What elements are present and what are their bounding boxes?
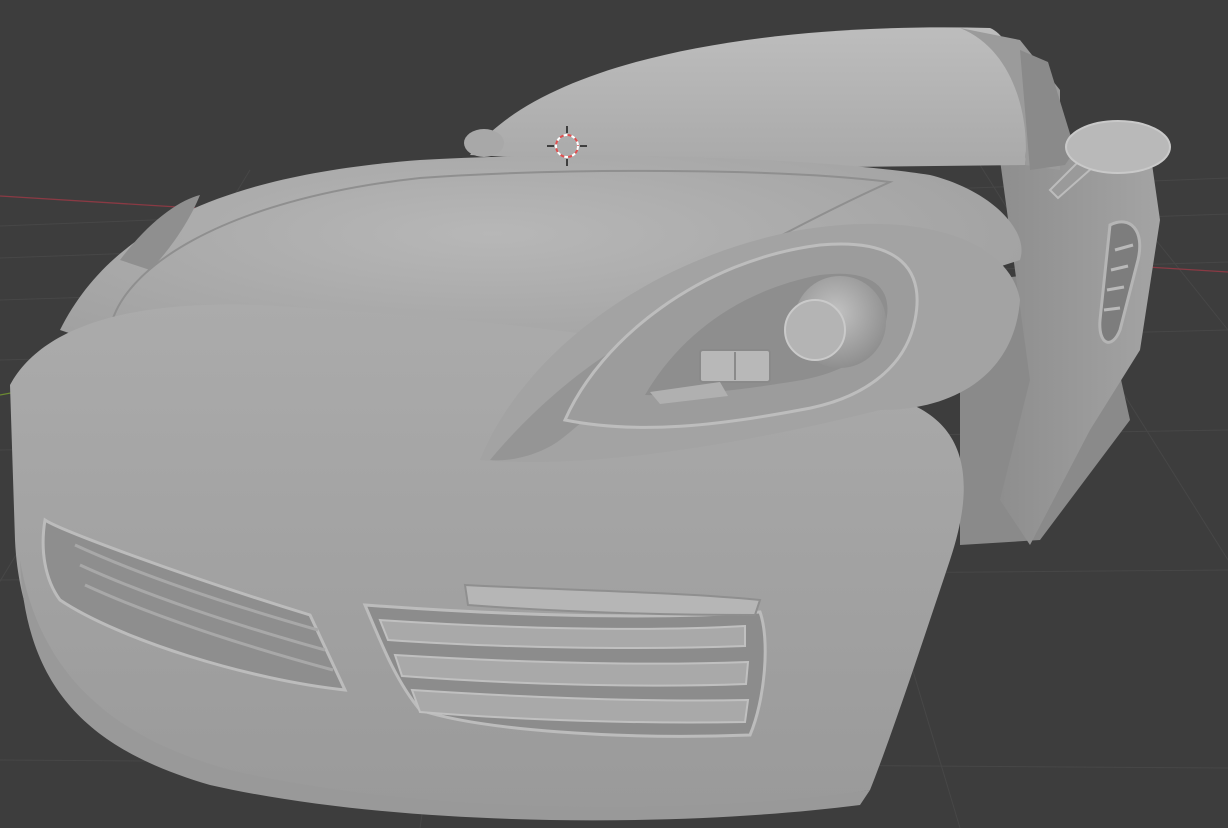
headlight-lens: [784, 299, 846, 361]
viewport-scene[interactable]: [0, 0, 1228, 828]
3d-viewport[interactable]: [0, 0, 1228, 828]
car-model[interactable]: [10, 27, 1171, 821]
windshield: [470, 27, 1027, 168]
left-mirror: [464, 129, 504, 157]
side-mirror: [1065, 120, 1171, 174]
grille-right-slats: [378, 618, 750, 724]
